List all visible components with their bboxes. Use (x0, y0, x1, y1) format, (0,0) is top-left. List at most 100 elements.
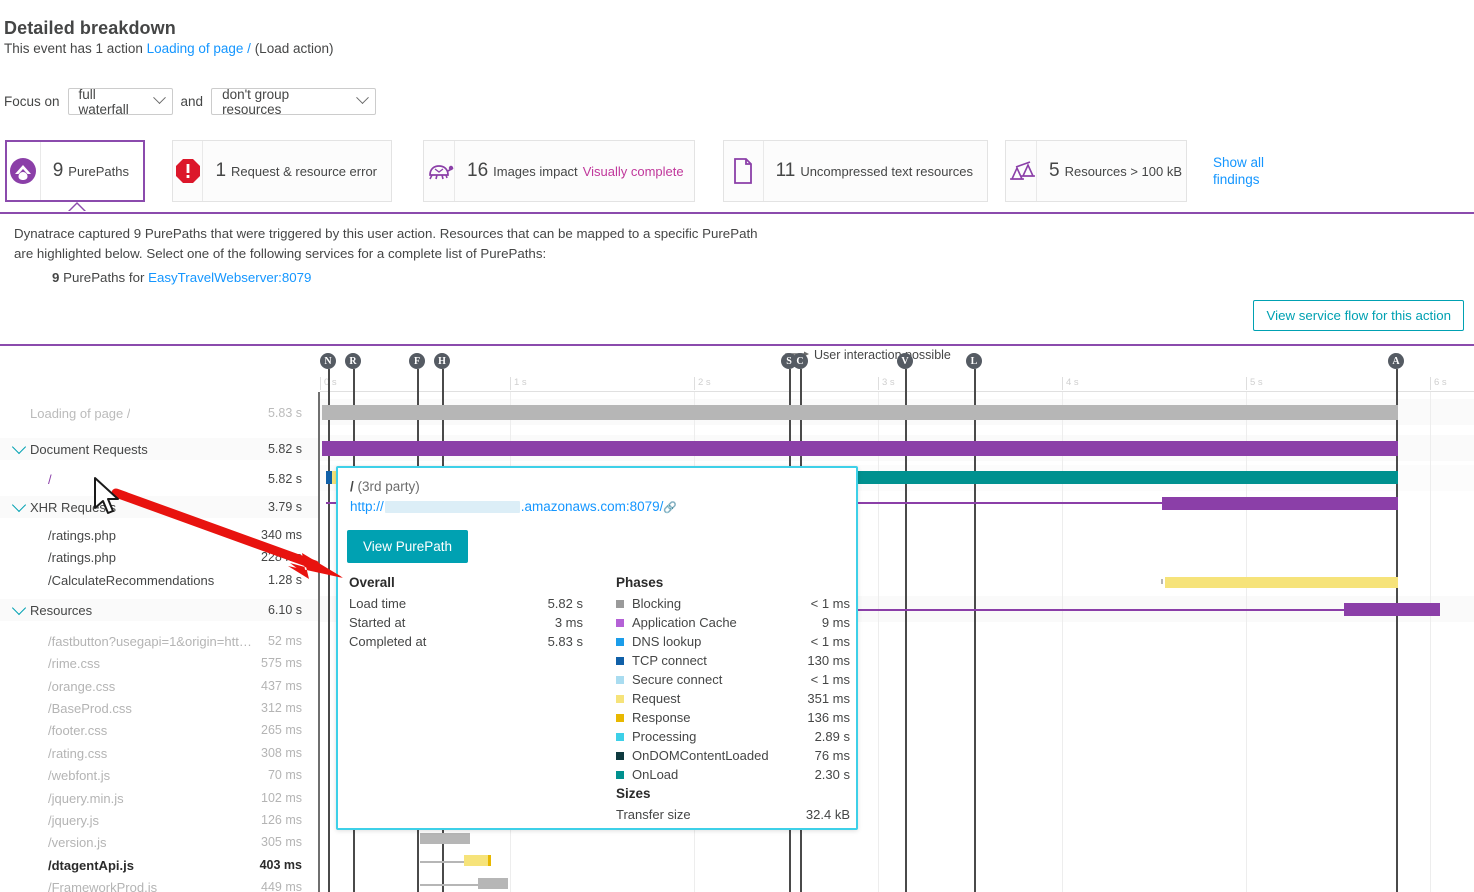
gridline (1062, 392, 1063, 892)
waterfall-mode-value: full waterfall (78, 86, 129, 117)
show-all-findings-link[interactable]: Show all findings (1213, 154, 1283, 188)
chevron-down-icon[interactable] (11, 497, 27, 513)
tree-row-dtagentapi-js[interactable]: /dtagentApi.js 403 ms (0, 854, 320, 876)
kv-value: 351 ms (807, 691, 850, 706)
row-name: /jquery.js (48, 812, 100, 828)
view-service-flow-button[interactable]: View service flow for this action (1253, 300, 1464, 331)
purepaths-icon (7, 142, 41, 200)
waterfall-mode-select[interactable]: full waterfall (67, 86, 173, 117)
finding-count: 9 (52, 160, 64, 181)
row-duration: 449 ms (261, 880, 302, 892)
bar-calculate-recommendations[interactable] (1165, 577, 1398, 588)
finding-card-uncompressed[interactable]: 11 Uncompressed text resources (723, 140, 988, 202)
row-name: Loading of page / (30, 405, 131, 421)
bar-resource-row-b[interactable] (464, 855, 488, 866)
phase-swatch (616, 733, 624, 741)
bar-resource-row-c[interactable] (478, 878, 508, 889)
axis-tick: 5 s (1246, 377, 1263, 390)
bar-loading-of-page[interactable] (322, 405, 1398, 420)
bar-resource-row-b-response[interactable] (488, 855, 491, 866)
finding-card-large-resources[interactable]: 5 Resources > 100 kB (1005, 140, 1187, 202)
kv-value: 2.89 s (814, 729, 850, 744)
finding-count: 16 (467, 160, 489, 181)
sizes-heading: Sizes (616, 786, 651, 801)
row-duration: 70 ms (267, 768, 302, 782)
chevron-down-icon[interactable] (11, 439, 27, 455)
phase-swatch (616, 676, 624, 684)
tree-row-orange-css[interactable]: /orange.css 437 ms (0, 675, 320, 697)
finding-card-purepaths-text: 9 PurePaths (41, 160, 143, 182)
group-resources-value: don't group resources (222, 86, 290, 117)
row-name: /footer.css (48, 722, 108, 738)
tree-row-resources[interactable]: Resources 6.10 s (0, 599, 320, 621)
kv-value: 5.82 s (547, 596, 583, 611)
kv-value: 5.83 s (547, 634, 583, 649)
phase-swatch (616, 657, 624, 665)
tree-row-version-js[interactable]: /version.js 305 ms (0, 831, 320, 853)
kv-value: 130 ms (807, 653, 850, 668)
tree-row-fastbutton[interactable]: /fastbutton?usegapi=1&origin=http%3A... … (0, 630, 320, 652)
purepaths-service-line: 9 PurePaths for EasyTravelWebserver:8079 (52, 270, 311, 285)
tree-row-root[interactable]: Loading of page / 5.83 s (0, 402, 320, 424)
service-link[interactable]: EasyTravelWebserver:8079 (148, 270, 311, 285)
chevron-down-icon[interactable] (11, 600, 27, 616)
row-name: /fastbutton?usegapi=1&origin=http%3A... (48, 633, 258, 649)
axis-baseline (320, 391, 1474, 392)
finding-card-images-impact[interactable]: 16 Images impact Visually complete (423, 140, 695, 202)
gridline (1246, 392, 1247, 892)
view-purepath-button[interactable]: View PurePath (347, 530, 469, 563)
row-name: /orange.css (48, 678, 116, 694)
kv-value: < 1 ms (810, 672, 850, 687)
tree-row-jquery-js[interactable]: /jquery.js 126 ms (0, 809, 320, 831)
finding-card-large-resources-text: 5 Resources > 100 kB (1037, 160, 1196, 182)
finding-card-request-error[interactable]: 1 Request & resource error (172, 140, 392, 202)
row-duration: 437 ms (261, 679, 302, 693)
user-interaction-label: User interaction possible (814, 348, 951, 362)
subtitle-prefix: This event has 1 action (4, 41, 147, 56)
row-name: /webfont.js (48, 767, 111, 783)
tree-row-rating-css[interactable]: /rating.css 308 ms (0, 742, 320, 764)
phase-swatch (616, 638, 624, 646)
kv-value: 9 ms (821, 615, 850, 630)
row-duration: 265 ms (261, 723, 302, 737)
tooltip-url[interactable]: http:// .amazonaws.com:8079/🔗 (350, 499, 677, 514)
row-name: /ratings.php (48, 527, 116, 543)
marker-letter: A (1388, 353, 1404, 369)
axis-tick: 3 s (878, 377, 895, 390)
tree-row-rime-css[interactable]: /rime.css 575 ms (0, 652, 320, 674)
tree-row-footer-css[interactable]: /footer.css 265 ms (0, 719, 320, 741)
bar-resources-seg4[interactable] (1344, 603, 1440, 616)
phase-swatch (616, 752, 624, 760)
action-link[interactable]: Loading of page / (147, 41, 251, 56)
kv-value: 76 ms (814, 748, 850, 763)
group-resources-select[interactable]: don't group resources (211, 86, 377, 117)
tree-row-frameworkprod-js[interactable]: /FrameworkProd.js 449 ms (0, 876, 320, 892)
finding-count: 5 (1049, 160, 1060, 181)
bar-doc-onload[interactable] (812, 471, 1398, 484)
redacted-host (384, 501, 520, 514)
tree-row-jquery-min-js[interactable]: /jquery.min.js 102 ms (0, 787, 320, 809)
phases-heading: Phases (616, 575, 664, 590)
bar-document-requests[interactable] (322, 441, 1398, 456)
overall-heading: Overall (349, 575, 395, 590)
kv-key: Application Cache (632, 615, 737, 630)
tree-row-webfont-js[interactable]: /webfont.js 70 ms (0, 764, 320, 786)
marker-letter: N (320, 353, 336, 369)
external-link-icon[interactable]: 🔗 (663, 502, 677, 514)
panel-top-rule (0, 212, 1474, 214)
finding-card-purepaths[interactable]: 9 PurePaths (5, 140, 145, 202)
bar-xhr-requests[interactable] (1162, 497, 1398, 510)
row-duration: 575 ms (261, 656, 302, 670)
bar-calcrec-blocking[interactable] (1161, 579, 1163, 584)
kv-key: Completed at (349, 634, 427, 649)
tree-row-baseprod-css[interactable]: /BaseProd.css 312 ms (0, 697, 320, 719)
tree-row-document-requests[interactable]: Document Requests 5.82 s (0, 438, 320, 460)
resource-detail-tooltip: / (3rd party) http:// .amazonaws.com:8079… (336, 466, 858, 830)
bar-resource-row-a[interactable] (420, 833, 470, 844)
finding-label: Uncompressed text resources (800, 164, 973, 179)
row-name: Document Requests (30, 441, 148, 457)
detailed-breakdown-page: Detailed breakdown This event has 1 acti… (0, 0, 1474, 892)
marker-letter: F (409, 353, 425, 369)
marker-letter: L (966, 353, 982, 369)
finding-label: Images impact (493, 164, 578, 179)
